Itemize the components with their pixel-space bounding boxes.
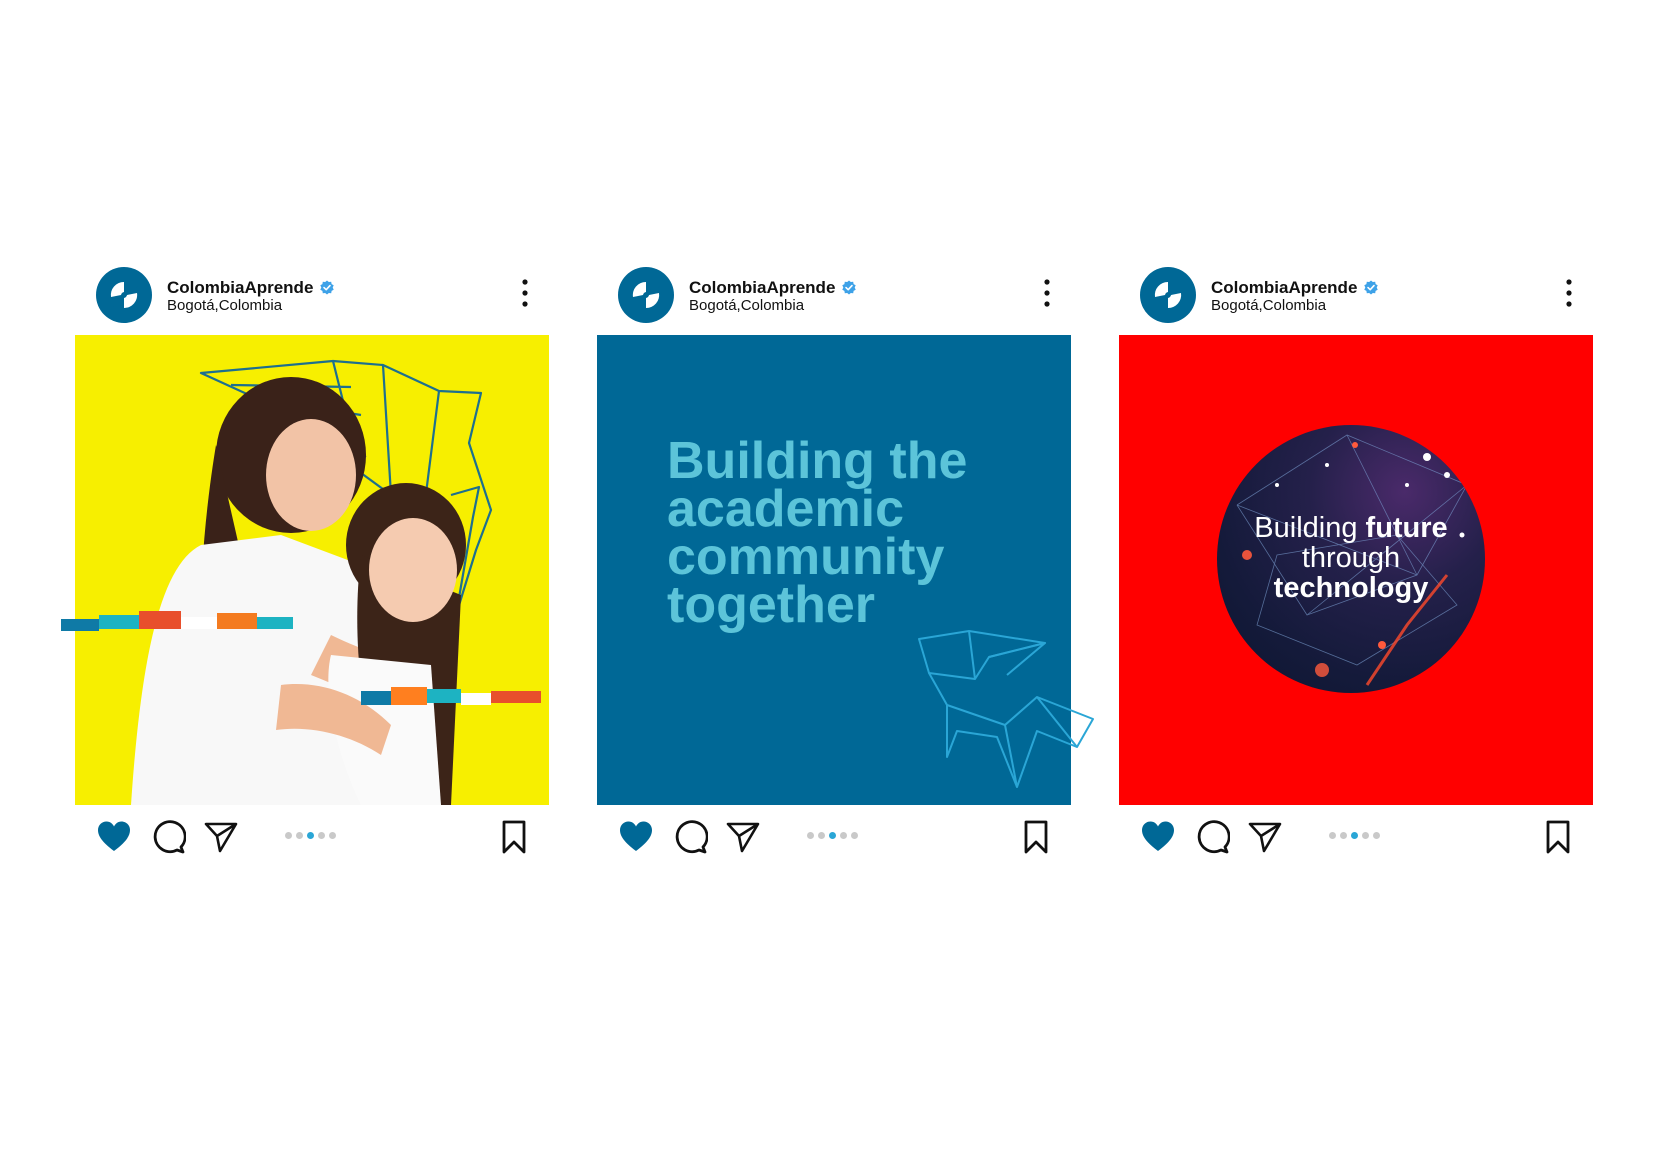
technology-network-image: Building future through technology xyxy=(1217,425,1485,693)
more-options-icon[interactable] xyxy=(1041,278,1053,308)
account-name[interactable]: ColombiaAprende xyxy=(167,278,335,298)
post-actions xyxy=(1119,814,1593,860)
post-header: ColombiaAprende Bogotá,Colombia xyxy=(597,266,1071,326)
account-name-label: ColombiaAprende xyxy=(689,278,836,297)
post-image[interactable] xyxy=(61,335,549,805)
more-options-icon[interactable] xyxy=(519,278,531,308)
colombiaaprende-avatar[interactable] xyxy=(1139,266,1197,324)
headline-line: community xyxy=(667,528,945,586)
origami-bird-icon xyxy=(918,630,1094,788)
colombiaaprende-avatar[interactable] xyxy=(95,266,153,324)
carousel-dot-active xyxy=(1351,832,1358,839)
more-options-icon[interactable] xyxy=(1563,278,1575,308)
heart-icon[interactable] xyxy=(96,819,132,855)
heart-icon[interactable] xyxy=(618,819,654,855)
comment-icon[interactable] xyxy=(150,819,186,855)
bookmark-icon[interactable] xyxy=(1540,819,1576,855)
post-location[interactable]: Bogotá,Colombia xyxy=(1211,297,1326,314)
share-icon[interactable] xyxy=(1247,819,1283,855)
carousel-dot xyxy=(1373,832,1380,839)
carousel-indicator xyxy=(807,832,858,839)
account-name[interactable]: ColombiaAprende xyxy=(689,278,857,298)
post-card-2: ColombiaAprende Bogotá,Colombia Building… xyxy=(597,266,1094,866)
headline-line: together xyxy=(667,576,875,634)
share-icon[interactable] xyxy=(725,819,761,855)
post-headline: Building the academic community together xyxy=(667,432,1047,634)
heart-icon[interactable] xyxy=(1140,819,1176,855)
carousel-dot xyxy=(318,832,325,839)
carousel-indicator xyxy=(1329,832,1380,839)
caption-building: Building xyxy=(1254,512,1366,544)
verified-badge-icon xyxy=(1363,280,1379,296)
post-header: ColombiaAprende Bogotá,Colombia xyxy=(75,266,549,326)
carousel-dot-active xyxy=(307,832,314,839)
caption-technology: technology xyxy=(1273,572,1429,604)
account-name[interactable]: ColombiaAprende xyxy=(1211,278,1379,298)
carousel-dot xyxy=(285,832,292,839)
caption-through: through xyxy=(1301,542,1401,574)
carousel-dot xyxy=(840,832,847,839)
verified-badge-icon xyxy=(841,280,857,296)
bookmark-icon[interactable] xyxy=(1018,819,1054,855)
carousel-dot-active xyxy=(829,832,836,839)
account-name-label: ColombiaAprende xyxy=(1211,278,1358,297)
post-location[interactable]: Bogotá,Colombia xyxy=(167,297,282,314)
post-header: ColombiaAprende Bogotá,Colombia xyxy=(1119,266,1593,326)
share-icon[interactable] xyxy=(203,819,239,855)
post-card-1: ColombiaAprende Bogotá,Colombia xyxy=(61,266,549,866)
carousel-dot xyxy=(1340,832,1347,839)
mother-daughter-hug-photo xyxy=(61,359,541,805)
post-image[interactable]: Building the academic community together xyxy=(597,335,1094,805)
post-location[interactable]: Bogotá,Colombia xyxy=(689,297,804,314)
carousel-dot xyxy=(1329,832,1336,839)
account-name-label: ColombiaAprende xyxy=(167,278,314,297)
carousel-dot xyxy=(296,832,303,839)
bookmark-icon[interactable] xyxy=(496,819,532,855)
comment-icon[interactable] xyxy=(1194,819,1230,855)
comment-icon[interactable] xyxy=(672,819,708,855)
post-actions xyxy=(597,814,1071,860)
headline-line: academic xyxy=(667,480,905,538)
carousel-dot xyxy=(807,832,814,839)
post-image[interactable]: Building future through technology xyxy=(1119,335,1593,805)
verified-badge-icon xyxy=(319,280,335,296)
post-card-3: ColombiaAprende Bogotá,Colombia Building… xyxy=(1119,266,1593,866)
tech-caption: Building future through technology xyxy=(1217,513,1485,603)
colombiaaprende-avatar[interactable] xyxy=(617,266,675,324)
headline-line: Building the xyxy=(667,432,968,490)
carousel-dot xyxy=(851,832,858,839)
post-actions xyxy=(75,814,549,860)
carousel-dot xyxy=(329,832,336,839)
carousel-indicator xyxy=(285,832,336,839)
carousel-dot xyxy=(818,832,825,839)
caption-future: future xyxy=(1365,512,1448,544)
carousel-dot xyxy=(1362,832,1369,839)
